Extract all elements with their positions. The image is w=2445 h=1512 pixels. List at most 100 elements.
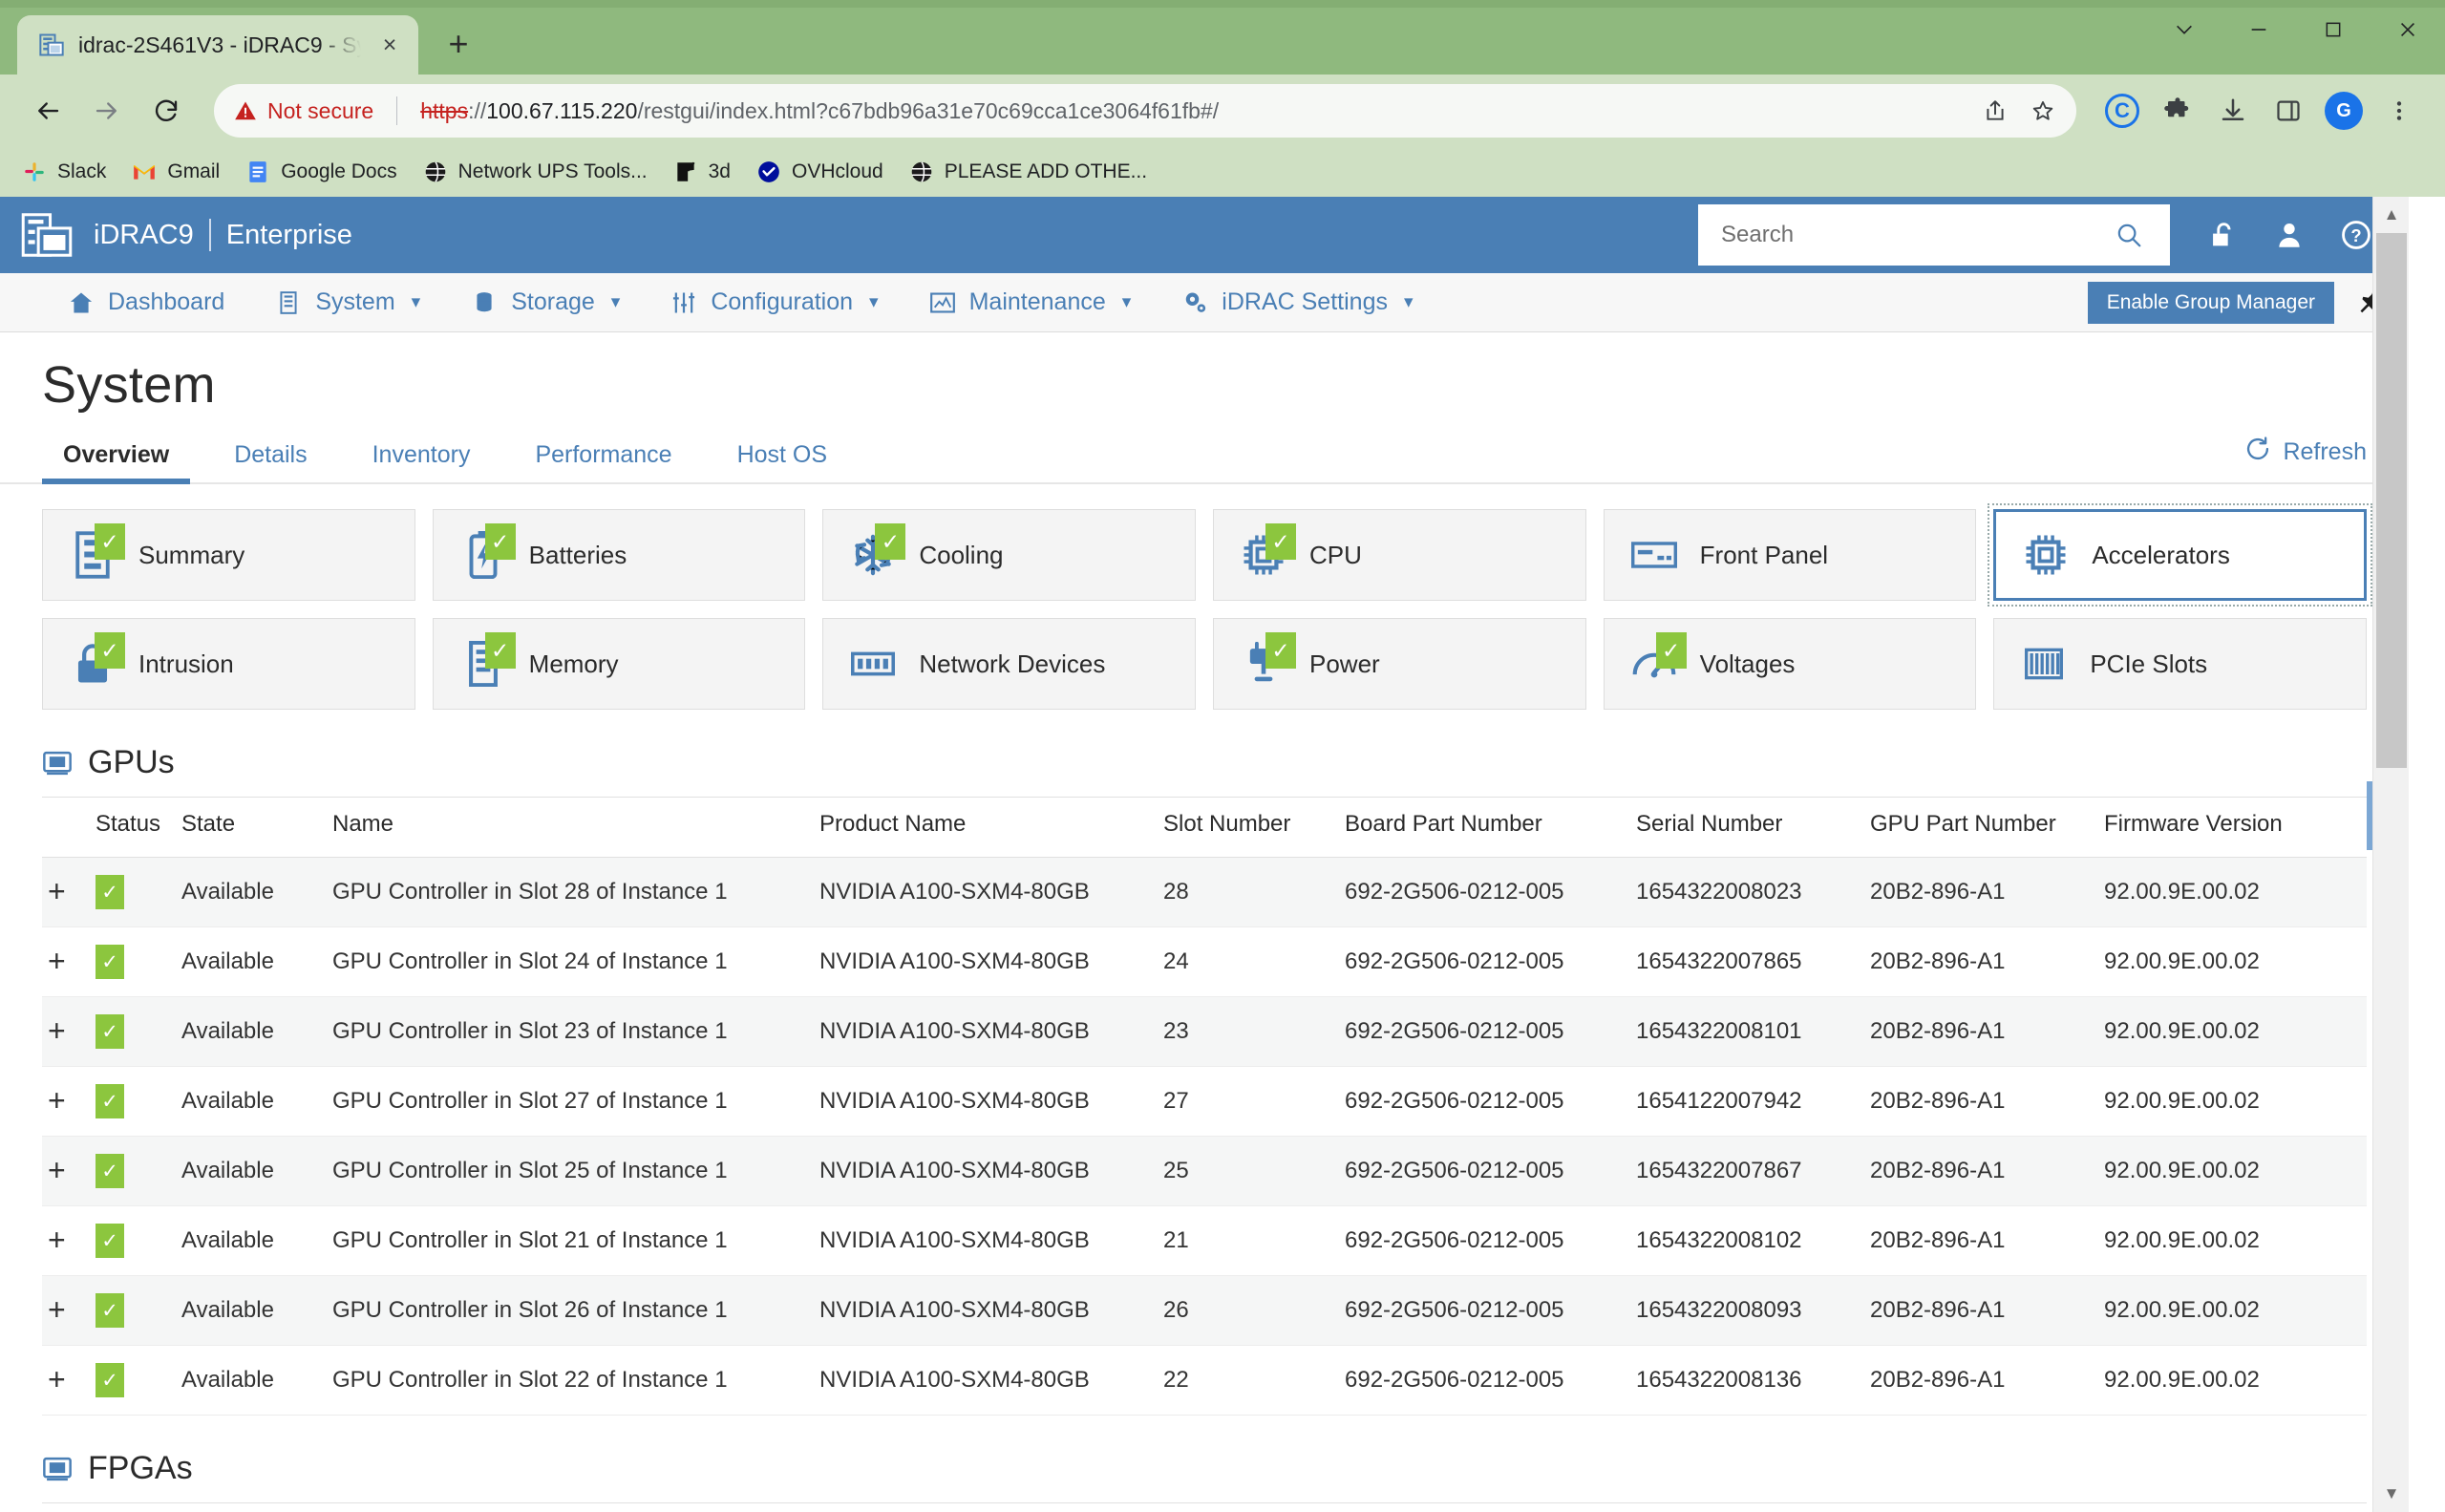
tile-network-devices[interactable]: Network Devices — [822, 618, 1196, 710]
expand-row-icon[interactable]: + — [48, 1292, 66, 1327]
bookmark-please-add-other[interactable]: PLEASE ADD OTHE... — [908, 159, 1147, 185]
tab-inventory[interactable]: Inventory — [351, 432, 492, 482]
nav-system[interactable]: System ▾ — [249, 273, 445, 331]
expand-cell[interactable]: + — [42, 926, 90, 997]
expand-row-icon[interactable]: + — [48, 1223, 66, 1257]
table-row[interactable]: + ✓ Available GPU Controller in Slot 23 … — [42, 996, 2367, 1067]
col-board-part-number[interactable]: Board Part Number — [1339, 797, 1630, 858]
nav-maintenance[interactable]: Maintenance ▾ — [904, 273, 1157, 331]
table-row[interactable]: + ✓ Available GPU Controller in Slot 25 … — [42, 1136, 2367, 1206]
help-icon[interactable]: ? — [2336, 215, 2376, 255]
refresh-button[interactable]: Refresh — [2244, 436, 2367, 482]
bookmark-google-docs[interactable]: Google Docs — [244, 159, 397, 185]
side-panel-icon[interactable] — [2264, 86, 2313, 136]
search-icon[interactable] — [2109, 215, 2149, 255]
expand-row-icon[interactable]: + — [48, 874, 66, 908]
tab-details[interactable]: Details — [213, 432, 328, 482]
table-row[interactable]: + ✓ Available GPU Controller in Slot 22 … — [42, 1345, 2367, 1416]
tile-accelerators[interactable]: Accelerators — [1988, 503, 2372, 607]
scroll-down-arrow[interactable]: ▼ — [2373, 1476, 2410, 1512]
col-gpu-part-number[interactable]: GPU Part Number — [1864, 797, 2098, 858]
tile-front-panel[interactable]: Front Panel — [1603, 509, 1977, 601]
maximize-window-button[interactable] — [2296, 0, 2371, 59]
close-icon[interactable]: × — [374, 30, 405, 60]
enable-group-manager-button[interactable]: Enable Group Manager — [2087, 281, 2334, 324]
table-row[interactable]: + ✓ Available GPU Controller in Slot 27 … — [42, 1066, 2367, 1137]
tile-intrusion[interactable]: ✓ Intrusion — [42, 618, 415, 710]
search-input[interactable] — [1719, 221, 2099, 249]
scrollbar-thumb[interactable] — [2376, 233, 2407, 768]
col-fpga-part-number[interactable]: FPGA Part Number — [1649, 1502, 2031, 1512]
tile-cpu[interactable]: ✓ CPU — [1212, 509, 1586, 601]
tile-batteries[interactable]: ✓ Batteries — [432, 509, 806, 601]
address-bar[interactable]: Not secure https://100.67.115.220/restgu… — [214, 84, 2076, 138]
extensions-puzzle-icon[interactable] — [2153, 86, 2202, 136]
browser-tab[interactable]: idrac-2S461V3 - iDRAC9 - System × — [17, 15, 418, 75]
tile-power[interactable]: ✓ Power — [1212, 618, 1586, 710]
col-serial-number[interactable]: Serial Number — [1358, 1502, 1649, 1512]
bookmark-3d[interactable]: 3d — [672, 159, 731, 185]
minimize-window-button[interactable] — [2222, 0, 2296, 59]
security-indicator[interactable]: Not secure — [233, 98, 373, 124]
reload-button[interactable] — [139, 84, 193, 138]
close-window-button[interactable] — [2371, 0, 2445, 59]
table-row[interactable]: + ✓ Available GPU Controller in Slot 21 … — [42, 1205, 2367, 1276]
user-icon[interactable] — [2269, 215, 2309, 255]
col-status[interactable]: Status — [90, 797, 176, 858]
tab-host-os[interactable]: Host OS — [716, 432, 848, 482]
search-box[interactable] — [1698, 204, 2170, 266]
new-tab-button[interactable]: + — [432, 17, 485, 71]
nav-configuration[interactable]: Configuration ▾ — [645, 273, 903, 331]
col-name[interactable]: Name — [327, 797, 814, 858]
col-board-part-number[interactable]: Board Part Number — [986, 1502, 1358, 1512]
col-slot-number[interactable]: Slot Number — [1158, 797, 1339, 858]
back-button[interactable] — [21, 84, 74, 138]
chevron-down-icon[interactable] — [2147, 0, 2222, 59]
bookmark-star-icon[interactable] — [2023, 91, 2063, 131]
downloads-icon[interactable] — [2208, 86, 2258, 136]
share-icon[interactable] — [1975, 91, 2015, 131]
col-serial-number[interactable]: Serial Number — [1630, 797, 1864, 858]
col-firmware-version[interactable]: Firmware Version — [2098, 797, 2367, 858]
col-slot-number[interactable]: Slot Number — [723, 1502, 986, 1512]
expand-row-icon[interactable]: + — [48, 1362, 66, 1396]
chrome-menu-icon[interactable] — [2374, 86, 2424, 136]
col-product-name[interactable]: Product Name — [814, 797, 1158, 858]
tile-memory[interactable]: ✓ Memory — [432, 618, 806, 710]
table-row[interactable]: + ✓ Available GPU Controller in Slot 28 … — [42, 857, 2367, 927]
expand-row-icon[interactable]: + — [48, 1083, 66, 1118]
col-name[interactable]: Name — [279, 1502, 427, 1512]
expand-cell[interactable]: + — [42, 857, 90, 927]
expand-cell[interactable]: + — [42, 1136, 90, 1206]
table-row[interactable]: + ✓ Available GPU Controller in Slot 24 … — [42, 926, 2367, 997]
nav-storage[interactable]: Storage ▾ — [445, 273, 645, 331]
page-scrollbar[interactable]: ▲ ▼ — [2372, 197, 2409, 1512]
tab-overview[interactable]: Overview — [42, 432, 191, 484]
table-row[interactable]: + ✓ Available GPU Controller in Slot 26 … — [42, 1275, 2367, 1346]
bookmark-slack[interactable]: Slack — [21, 159, 106, 185]
nav-idrac-settings[interactable]: iDRAC Settings ▾ — [1156, 273, 1437, 331]
tile-pcie-slots[interactable]: PCIe Slots — [1993, 618, 2367, 710]
col-state[interactable]: State — [176, 797, 327, 858]
col-status[interactable]: Status — [42, 1502, 157, 1512]
expand-cell[interactable]: + — [42, 1275, 90, 1346]
bookmark-ovhcloud[interactable]: OVHcloud — [755, 159, 883, 185]
tile-cooling[interactable]: ✓ Cooling — [822, 509, 1196, 601]
expand-cell[interactable]: + — [42, 996, 90, 1067]
expand-cell[interactable]: + — [42, 1345, 90, 1416]
tile-voltages[interactable]: ✓ Voltages — [1603, 618, 1977, 710]
expand-cell[interactable]: + — [42, 1066, 90, 1137]
profile-avatar[interactable]: G — [2319, 86, 2369, 136]
expand-row-icon[interactable]: + — [48, 1153, 66, 1187]
bookmark-gmail[interactable]: Gmail — [131, 159, 220, 185]
scroll-up-arrow[interactable]: ▲ — [2373, 197, 2410, 233]
bookmark-network-ups-tools[interactable]: Network UPS Tools... — [422, 159, 648, 185]
extension-c-icon[interactable]: C — [2097, 86, 2147, 136]
forward-button[interactable] — [80, 84, 134, 138]
col-product-name[interactable]: Product Name — [427, 1502, 723, 1512]
tile-summary[interactable]: ✓ Summary — [42, 509, 415, 601]
expand-cell[interactable]: + — [42, 1205, 90, 1276]
expand-row-icon[interactable]: + — [48, 944, 66, 978]
nav-dashboard[interactable]: Dashboard — [42, 273, 249, 331]
tab-performance[interactable]: Performance — [514, 432, 692, 482]
